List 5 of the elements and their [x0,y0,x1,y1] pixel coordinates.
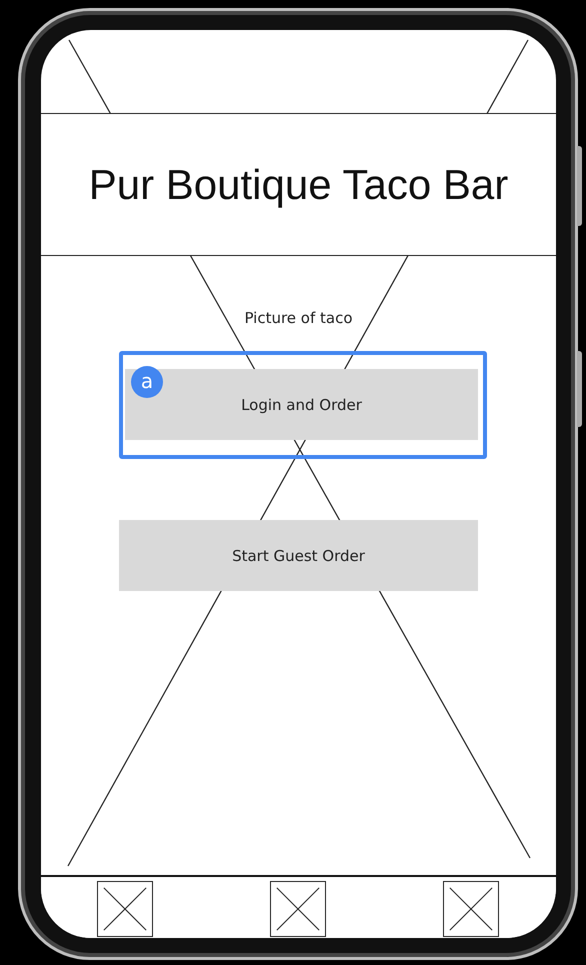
image-placeholder-icon[interactable] [270,881,326,937]
app-title: Pur Boutique Taco Bar [88,160,508,208]
image-placeholder-icon[interactable] [443,881,499,937]
order-button[interactable]: Start Guest Order [119,520,478,591]
image-placeholder-icon[interactable] [97,881,153,937]
